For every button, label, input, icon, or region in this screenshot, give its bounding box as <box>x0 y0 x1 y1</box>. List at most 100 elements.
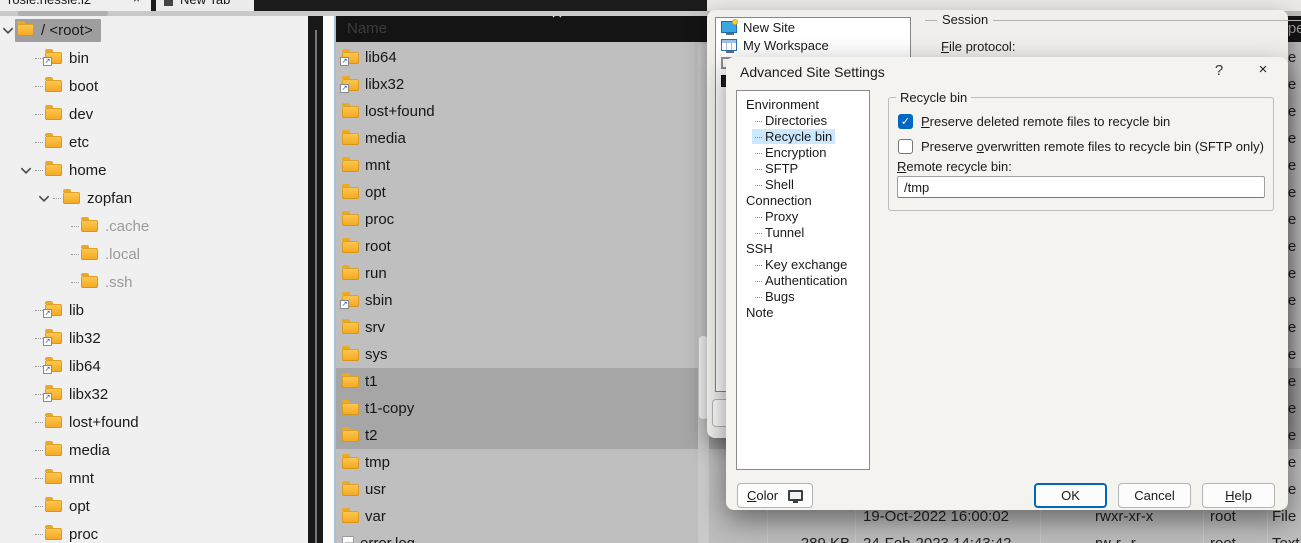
nav-item-label: Encryption <box>752 145 829 160</box>
close-icon[interactable]: × <box>1252 61 1274 81</box>
file-row[interactable]: ↗ error.log <box>336 530 700 543</box>
ok-button[interactable]: OK <box>1034 483 1107 508</box>
tab-session[interactable]: rosie.nessie.i2 × <box>0 0 151 11</box>
tree-item[interactable]: ↗ .cache <box>0 212 308 240</box>
nav-item[interactable]: Environment <box>737 96 869 112</box>
nav-item[interactable]: Encryption <box>737 144 869 160</box>
file-row[interactable]: ↗ media <box>336 125 700 152</box>
folder-icon: ↗ <box>45 52 62 64</box>
file-row[interactable]: ↗ t2 <box>336 422 700 449</box>
nav-item[interactable]: Connection <box>737 192 869 208</box>
chevron-down-icon[interactable] <box>2 27 14 34</box>
help-button[interactable]: Help <box>1202 483 1275 508</box>
file-row[interactable]: ↗ var <box>336 503 700 530</box>
tree-item[interactable]: ↗ / <root> <box>0 16 308 44</box>
tree-item-label: .cache <box>105 218 149 235</box>
dialog-help-icon[interactable]: ? <box>1208 62 1230 82</box>
site-item-my-workspace[interactable]: My Workspace <box>716 36 910 54</box>
tree-item[interactable]: ↗ lost+found <box>0 408 308 436</box>
nav-item[interactable]: Bugs <box>737 288 869 304</box>
file-row[interactable]: ↗ sbin <box>336 287 700 314</box>
toolbar-strip <box>0 11 707 16</box>
file-row-label: lost+found <box>365 103 435 120</box>
bg-file-row[interactable]: 289 KB 24-Feb-2023 14:43:42 rw-r--r-- ro… <box>707 530 1301 543</box>
nav-item[interactable]: Proxy <box>737 208 869 224</box>
tab-new-tab[interactable]: New Tab <box>156 0 254 11</box>
chevron-down-icon[interactable] <box>20 167 32 174</box>
nav-item[interactable]: Directories <box>737 112 869 128</box>
tree-scrollbar[interactable] <box>308 11 323 543</box>
panel-divider[interactable] <box>323 11 334 543</box>
checkbox-unchecked[interactable] <box>898 139 913 154</box>
tree-item[interactable]: ↗ libx32 <box>0 380 308 408</box>
tree-item-label: .local <box>105 246 140 263</box>
file-row[interactable]: ↗ run <box>336 260 700 287</box>
session-group-title: Session <box>937 12 993 27</box>
tree-item[interactable]: ↗ .ssh <box>0 268 308 296</box>
preserve-overwritten-row: Preserve overwritten remote files to rec… <box>898 139 1264 154</box>
tree-item[interactable]: ↗ etc <box>0 128 308 156</box>
tree-item[interactable]: ↗ bin <box>0 44 308 72</box>
cancel-button[interactable]: Cancel <box>1118 483 1191 508</box>
folder-icon: ↗ <box>45 360 62 372</box>
tree-item[interactable]: ↗ lib <box>0 296 308 324</box>
cell-rights: rw-r--r-- <box>1095 530 1146 543</box>
color-button[interactable]: Color <box>737 483 813 508</box>
file-row[interactable]: ↗ srv <box>336 314 700 341</box>
tree-item[interactable]: ↗ .local <box>0 240 308 268</box>
folder-icon: ↗ <box>63 192 80 204</box>
tree-scrollbar-thumb[interactable] <box>315 30 317 543</box>
tree-item-label: etc <box>69 134 89 151</box>
tree-item[interactable]: ↗ mnt <box>0 464 308 492</box>
tree-item[interactable]: ↗ lib32 <box>0 324 308 352</box>
remote-recycle-bin-input[interactable] <box>897 176 1265 198</box>
file-row[interactable]: ↗ libx32 <box>336 71 700 98</box>
column-header-name[interactable]: Name <box>336 16 709 42</box>
nav-item[interactable]: Shell <box>737 176 869 192</box>
nav-item[interactable]: Key exchange <box>737 256 869 272</box>
tree-item[interactable]: ↗ opt <box>0 492 308 520</box>
tree-item[interactable]: ↗ dev <box>0 100 308 128</box>
file-row[interactable]: ↗ tmp <box>336 449 700 476</box>
tree-item-inner: ↗ lib32 <box>33 327 109 350</box>
tree-item-label: zopfan <box>87 190 132 207</box>
tree-item[interactable]: ↗ lib64 <box>0 352 308 380</box>
nav-item-label: Key exchange <box>752 257 850 272</box>
file-row-icon: ↗ <box>342 295 359 307</box>
folder-icon: ↗ <box>45 472 62 484</box>
file-row-icon: ↗ <box>342 52 359 64</box>
site-item-new-site[interactable]: New Site <box>716 18 910 36</box>
nav-item[interactable]: Tunnel <box>737 224 869 240</box>
tree-item[interactable]: ↗ media <box>0 436 308 464</box>
file-row[interactable]: ↗ usr <box>336 476 700 503</box>
file-row-icon: ↗ <box>342 349 359 361</box>
file-row-icon: ↗ <box>342 241 359 253</box>
file-row[interactable]: ↗ lib64 <box>336 44 700 71</box>
file-row[interactable]: ↗ mnt <box>336 152 700 179</box>
nav-item[interactable]: Note <box>737 304 869 320</box>
nav-item[interactable]: Recycle bin <box>737 128 869 144</box>
nav-item[interactable]: SSH <box>737 240 869 256</box>
tree-item[interactable]: ↗ proc <box>0 520 308 543</box>
file-row[interactable]: ↗ sys <box>336 341 700 368</box>
file-row[interactable]: ↗ t1 <box>336 368 700 395</box>
tab-new-tab-label: New Tab <box>180 0 230 7</box>
file-row[interactable]: ↗ opt <box>336 179 700 206</box>
file-row-icon: ↗ <box>342 536 354 543</box>
file-row[interactable]: ↗ root <box>336 233 700 260</box>
tree-item-label: lib32 <box>69 330 101 347</box>
tree-item[interactable]: ↗ boot <box>0 72 308 100</box>
tree-item[interactable]: ↗ zopfan <box>0 184 308 212</box>
file-row[interactable]: ↗ t1-copy <box>336 395 700 422</box>
chevron-down-icon[interactable] <box>38 195 50 202</box>
file-row[interactable]: ↗ lost+found <box>336 98 700 125</box>
nav-item[interactable]: SFTP <box>737 160 869 176</box>
tree-item-label: opt <box>69 498 90 515</box>
tab-close-icon[interactable]: × <box>133 0 140 6</box>
checkbox-checked[interactable]: ✓ <box>898 114 913 129</box>
file-row[interactable]: ↗ proc <box>336 206 700 233</box>
preserve-overwritten-label: Preserve overwritten remote files to rec… <box>921 139 1264 154</box>
folder-icon: ↗ <box>81 248 98 260</box>
tree-item[interactable]: ↗ home <box>0 156 308 184</box>
nav-item[interactable]: Authentication <box>737 272 869 288</box>
